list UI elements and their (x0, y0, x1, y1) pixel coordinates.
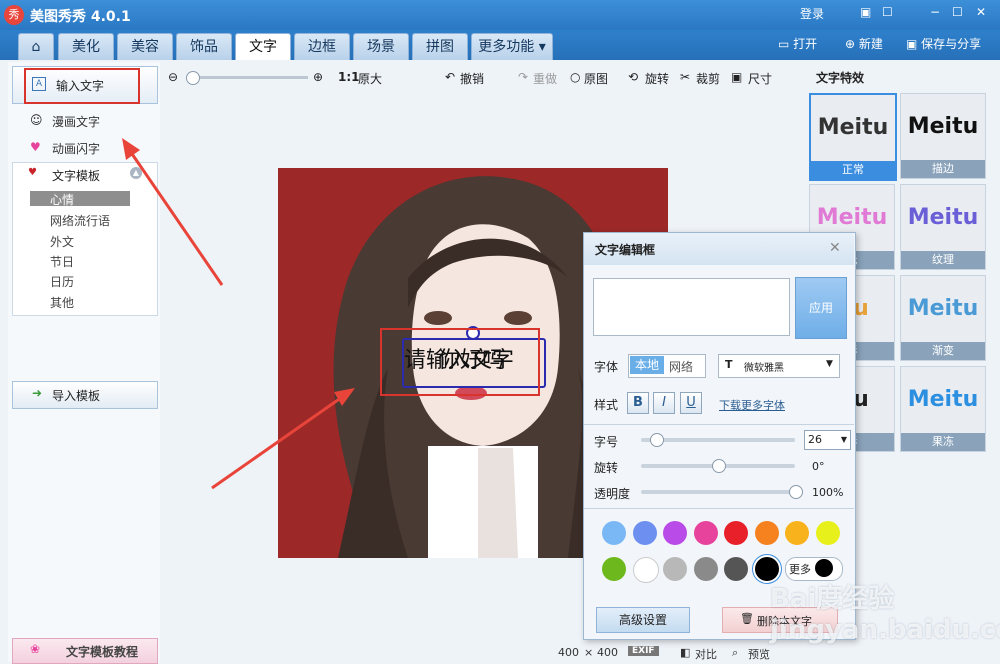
underline-button[interactable]: U (680, 392, 702, 414)
effect-sample: Meitu (907, 296, 979, 321)
opacity-slider-knob[interactable] (789, 485, 803, 499)
size-select[interactable]: 26 ▼ (804, 430, 851, 450)
chevron-down-icon: ▼ (826, 359, 833, 369)
italic-button[interactable]: I (653, 392, 675, 414)
effect-label: 渐变 (901, 342, 985, 360)
image-height: 400 (597, 646, 618, 659)
compare-icon[interactable]: ◧ (680, 646, 690, 659)
preview-icon[interactable]: ⌕ (732, 646, 738, 660)
size-label: 字号 (594, 435, 619, 449)
effect-label: 描边 (901, 160, 985, 178)
rotate-value: 0° (812, 460, 825, 473)
effect-sample: Meitu (816, 205, 888, 230)
watermark: Bai度经验 jingyan.baidu.com (770, 584, 1000, 645)
effect-normal[interactable]: Meitu 正常 (809, 93, 897, 181)
color-swatch[interactable] (724, 521, 748, 545)
color-swatch[interactable] (602, 557, 626, 581)
font-type-icon: T (725, 358, 733, 371)
color-swatch[interactable] (632, 521, 657, 545)
preview-button[interactable]: 预览 (748, 646, 770, 662)
exif-button[interactable]: EXIF (628, 646, 659, 656)
effect-label: 果冻 (901, 433, 985, 451)
effects-title: 文字特效 (816, 71, 865, 85)
font-local-tab[interactable]: 本地 (630, 356, 664, 374)
opacity-slider[interactable] (641, 490, 795, 494)
effect-label: 正常 (811, 161, 895, 179)
download-fonts-link[interactable]: 下载更多字体 (719, 397, 785, 413)
effect-jelly[interactable]: Meitu 果冻 (900, 366, 986, 452)
chevron-down-icon: ▼ (840, 435, 847, 444)
style-label: 样式 (594, 398, 619, 412)
opacity-value: 100% (812, 486, 844, 499)
color-swatch[interactable] (693, 521, 718, 545)
text-input-area[interactable] (593, 278, 790, 336)
compare-button[interactable]: 对比 (695, 646, 717, 662)
times-sign: × (584, 646, 594, 659)
opacity-label: 透明度 (594, 487, 631, 501)
divider (584, 424, 854, 425)
size-value: 26 (808, 433, 822, 446)
bold-button[interactable]: B (627, 392, 649, 414)
font-selected: 微软雅黑 (744, 363, 784, 374)
trash-icon: 🗑 (740, 612, 754, 625)
color-swatch[interactable] (693, 557, 718, 581)
color-swatch[interactable] (754, 521, 779, 545)
effect-outline[interactable]: Meitu 描边 (900, 93, 986, 179)
divider (584, 508, 854, 509)
color-swatch[interactable] (724, 557, 748, 581)
color-swatch[interactable] (815, 521, 840, 545)
effect-gradient[interactable]: Meitu 渐变 (900, 275, 986, 361)
current-color-swatch (815, 559, 833, 577)
dialog-title: 文字编辑框 (595, 243, 656, 257)
font-label: 字体 (594, 360, 619, 374)
rotate-slider-knob[interactable] (712, 459, 726, 473)
apply-button[interactable]: 应用 (795, 277, 847, 339)
effect-sample: Meitu (907, 114, 979, 139)
advanced-settings-button[interactable]: 高级设置 (596, 607, 690, 633)
color-swatch[interactable] (663, 557, 687, 581)
effect-texture[interactable]: Meitu 纹理 (900, 184, 986, 270)
effect-sample: Meitu (817, 115, 889, 140)
font-network-tab[interactable]: 网络 (669, 358, 693, 375)
dialog-close-icon[interactable]: ✕ (829, 240, 841, 256)
color-swatch[interactable] (785, 521, 809, 545)
effect-sample: Meitu (907, 387, 979, 412)
rotate-label: 旋转 (594, 461, 619, 475)
color-swatch[interactable] (602, 521, 626, 545)
effect-sample: Meitu (907, 205, 979, 230)
effect-label: 纹理 (901, 251, 985, 269)
color-swatch[interactable] (632, 557, 659, 583)
more-colors-label: 更多 (789, 563, 811, 576)
image-width: 400 (558, 646, 579, 659)
color-swatch[interactable] (663, 521, 687, 545)
size-slider[interactable] (641, 438, 795, 442)
